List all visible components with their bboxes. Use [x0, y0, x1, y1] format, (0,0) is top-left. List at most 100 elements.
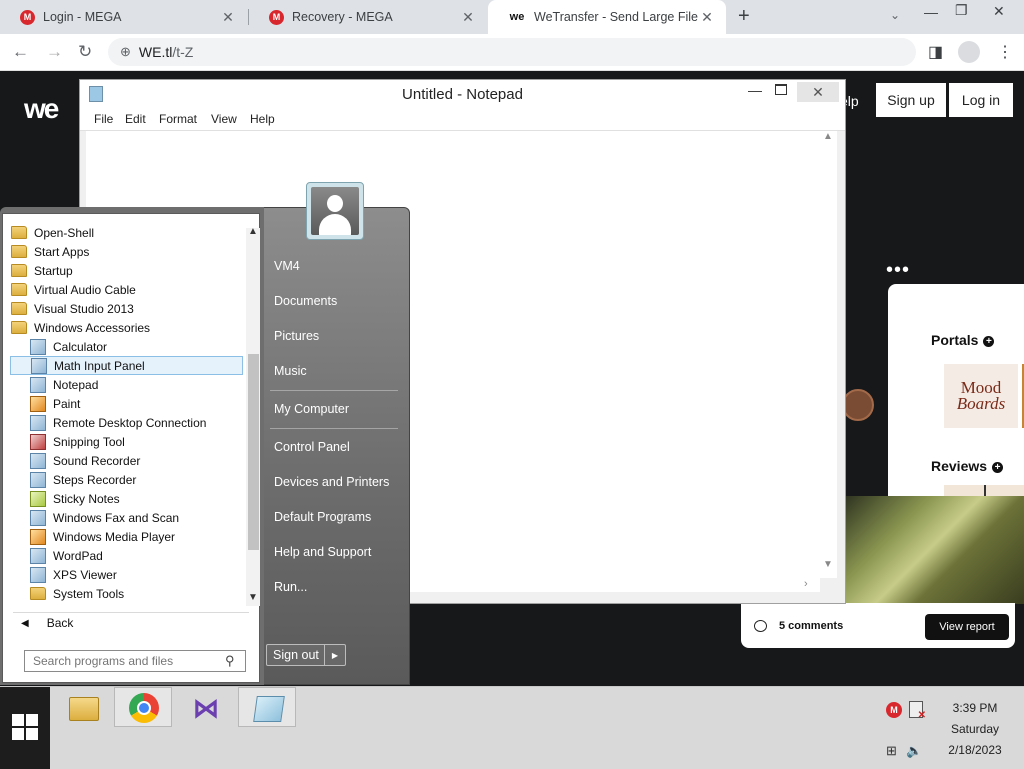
shutdown-options-arrow-icon[interactable]: ▶: [324, 645, 345, 665]
browser-menu-icon[interactable]: ⋮: [997, 42, 1013, 62]
help-support-link[interactable]: Help and Support: [274, 545, 371, 559]
program-label: Steps Recorder: [53, 472, 137, 487]
scroll-up-icon[interactable]: ▲: [248, 226, 258, 237]
control-panel-link[interactable]: Control Panel: [274, 440, 350, 454]
program-item[interactable]: Notepad: [30, 375, 241, 394]
tab-recovery-mega[interactable]: M Recovery - MEGA ✕: [249, 0, 487, 34]
more-options-icon[interactable]: •••: [886, 259, 910, 282]
my-computer-link[interactable]: My Computer: [274, 402, 349, 416]
program-item[interactable]: Sound Recorder: [30, 451, 241, 470]
program-item[interactable]: WordPad: [30, 546, 241, 565]
notepad-titlebar[interactable]: Untitled - Notepad — ✕: [80, 80, 845, 108]
user-name-link[interactable]: VM4: [274, 259, 300, 273]
programs-scrollbar[interactable]: ▲ ▼: [246, 226, 260, 606]
sign-up-button[interactable]: Sign up: [876, 83, 946, 117]
program-item[interactable]: Windows Fax and Scan: [30, 508, 241, 527]
search-box[interactable]: ⚲: [24, 650, 246, 672]
minimize-button[interactable]: —: [748, 82, 762, 98]
back-button[interactable]: ◀ Back: [21, 616, 73, 630]
program-item[interactable]: Math Input Panel: [10, 356, 243, 375]
program-item[interactable]: Start Apps: [11, 242, 241, 261]
maximize-button[interactable]: [775, 84, 787, 95]
documents-link[interactable]: Documents: [274, 294, 337, 308]
sign-out-button[interactable]: Sign out ▶: [266, 644, 346, 666]
program-item[interactable]: Snipping Tool: [30, 432, 241, 451]
music-link[interactable]: Music: [274, 364, 307, 378]
menu-view[interactable]: View: [211, 112, 237, 126]
log-in-button[interactable]: Log in: [949, 83, 1013, 117]
scroll-down-icon[interactable]: ▼: [823, 559, 833, 570]
taskbar-notepad[interactable]: [238, 687, 296, 727]
tab-close-icon[interactable]: ✕: [219, 9, 237, 26]
forward-arrow-icon[interactable]: →: [46, 42, 63, 62]
tab-close-icon[interactable]: ✕: [459, 9, 477, 26]
speaker-icon[interactable]: 🔈: [906, 743, 922, 759]
program-item[interactable]: Startup: [11, 261, 241, 280]
tab-close-icon[interactable]: ✕: [698, 9, 716, 26]
menu-help[interactable]: Help: [250, 112, 275, 126]
profile-avatar-icon[interactable]: [958, 41, 980, 63]
tab-login-mega[interactable]: M Login - MEGA ✕: [0, 0, 247, 34]
program-item[interactable]: Steps Recorder: [30, 470, 241, 489]
address-bar[interactable]: ⊕ WE.tl/t-Z: [108, 38, 916, 66]
program-item[interactable]: Calculator: [30, 337, 241, 356]
site-info-icon[interactable]: ⊕: [120, 44, 131, 60]
side-panel-icon[interactable]: ◨: [928, 42, 943, 62]
plus-circle-icon: +: [992, 461, 1004, 473]
window-minimize-button[interactable]: —: [924, 4, 938, 20]
start-button[interactable]: [0, 687, 50, 769]
default-programs-link[interactable]: Default Programs: [274, 510, 371, 524]
network-disconnected-icon[interactable]: ✕: [909, 701, 926, 721]
program-item[interactable]: Open-Shell: [11, 223, 241, 242]
devices-printers-link[interactable]: Devices and Printers: [274, 475, 389, 489]
menu-edit[interactable]: Edit: [125, 112, 146, 126]
network-icon[interactable]: ⊞: [886, 743, 897, 759]
reload-icon[interactable]: ↻: [78, 42, 92, 62]
taskbar-file-explorer[interactable]: [52, 687, 110, 727]
clock-time[interactable]: 3:39 PM: [944, 701, 1006, 715]
view-report-button[interactable]: View report: [925, 614, 1009, 640]
search-icon[interactable]: ⚲: [225, 653, 235, 669]
clock-date[interactable]: 2/18/2023: [944, 743, 1006, 757]
scroll-down-icon[interactable]: ▼: [248, 592, 258, 603]
window-close-button[interactable]: ✕: [993, 3, 1005, 20]
comments-count[interactable]: 5 comments: [779, 620, 843, 632]
user-picture[interactable]: [306, 182, 364, 240]
scroll-up-icon[interactable]: ▲: [823, 131, 833, 142]
programs-pane: Open-Shell Start Apps Startup Virtual Audio…: [2, 213, 260, 683]
back-arrow-icon[interactable]: ←: [12, 42, 29, 62]
paint-icon: [30, 395, 46, 412]
program-item[interactable]: Remote Desktop Connection: [30, 413, 241, 432]
program-item[interactable]: System Tools: [30, 584, 241, 603]
program-label: Snipping Tool: [53, 434, 125, 449]
tab-search-icon[interactable]: ⌄: [890, 8, 900, 22]
portals-heading[interactable]: Portals +: [931, 332, 995, 348]
program-item[interactable]: Sticky Notes: [30, 489, 241, 508]
clock-day[interactable]: Saturday: [944, 722, 1006, 736]
program-item[interactable]: Windows Media Player: [30, 527, 241, 546]
menu-file[interactable]: File: [94, 112, 113, 126]
program-item[interactable]: XPS Viewer: [30, 565, 241, 584]
close-button[interactable]: ✕: [797, 82, 839, 102]
search-input[interactable]: [31, 653, 225, 669]
mega-tray-icon[interactable]: M: [886, 702, 902, 718]
tab-wetransfer[interactable]: we WeTransfer - Send Large Files & ✕: [488, 0, 726, 34]
pictures-link[interactable]: Pictures: [274, 329, 319, 343]
vertical-scrollbar[interactable]: ▲ ▼: [820, 131, 837, 578]
program-item[interactable]: Paint: [30, 394, 241, 413]
program-item[interactable]: Windows Accessories: [11, 318, 241, 337]
window-restore-button[interactable]: ❐: [955, 2, 968, 19]
program-item[interactable]: Virtual Audio Cable: [11, 280, 241, 299]
taskbar-chrome[interactable]: [114, 687, 172, 727]
scroll-right-icon[interactable]: ›: [804, 578, 808, 590]
taskbar-visual-studio[interactable]: ⋈: [176, 687, 234, 727]
reviews-heading[interactable]: Reviews +: [931, 458, 1004, 474]
remote-desktop-icon: [30, 414, 46, 431]
program-item[interactable]: Visual Studio 2013: [11, 299, 241, 318]
wetransfer-logo[interactable]: we: [24, 93, 59, 125]
new-tab-button[interactable]: +: [738, 5, 750, 28]
menu-format[interactable]: Format: [159, 112, 197, 126]
mood-boards-tile[interactable]: Mood Boards: [944, 364, 1018, 428]
run-link[interactable]: Run...: [274, 580, 307, 594]
scrollbar-thumb[interactable]: [248, 354, 259, 550]
